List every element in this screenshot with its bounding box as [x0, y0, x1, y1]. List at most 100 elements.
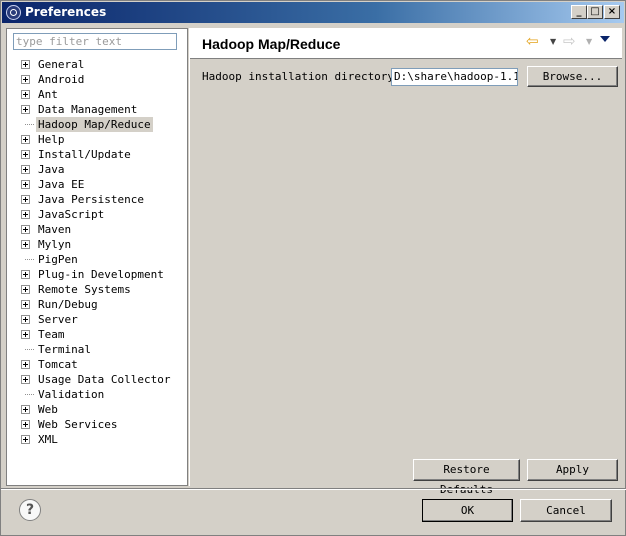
title-bar[interactable]: Preferences _ □ × — [2, 2, 624, 23]
tree-item-label: Java EE — [38, 178, 85, 191]
hadoop-dir-label: Hadoop installation directory: — [202, 70, 401, 83]
tree-item[interactable]: Usage Data Collector — [7, 372, 187, 387]
view-menu-icon[interactable] — [600, 36, 610, 42]
tree-item-label: General — [38, 58, 85, 71]
tree-item[interactable]: Web Services — [7, 417, 187, 432]
expand-icon[interactable] — [21, 105, 30, 114]
tree-item[interactable]: XML — [7, 432, 187, 447]
tree-item[interactable]: Data Management — [7, 102, 187, 117]
tree-connector — [25, 259, 34, 260]
tree-item[interactable]: Run/Debug — [7, 297, 187, 312]
arrow-left-icon[interactable]: ⇦ — [526, 34, 539, 49]
expand-icon[interactable] — [21, 285, 30, 294]
maximize-button[interactable]: □ — [587, 5, 603, 19]
tree-connector — [25, 124, 34, 125]
expand-icon[interactable] — [21, 360, 30, 369]
tree-item-label: Help — [38, 133, 65, 146]
tree-item[interactable]: Remote Systems — [7, 282, 187, 297]
tree-item-label: Data Management — [38, 103, 138, 116]
ok-button[interactable]: OK — [422, 499, 513, 522]
arrow-right-icon[interactable]: ⇨ — [563, 34, 576, 49]
expand-icon[interactable] — [21, 165, 30, 174]
tree-item-label: Usage Data Collector — [38, 373, 171, 386]
tree-item[interactable]: Server — [7, 312, 187, 327]
footer-divider — [1, 488, 626, 490]
expand-icon[interactable] — [21, 135, 30, 144]
tree-item[interactable]: Tomcat — [7, 357, 187, 372]
minimize-button[interactable]: _ — [571, 5, 587, 19]
tree-item-label: Remote Systems — [38, 283, 131, 296]
tree-item[interactable]: Mylyn — [7, 237, 187, 252]
header-divider — [190, 58, 622, 59]
apply-button[interactable]: Apply — [527, 459, 618, 481]
page-title: Hadoop Map/Reduce — [202, 36, 341, 52]
tree-item-label: Web Services — [38, 418, 118, 431]
expand-icon[interactable] — [21, 315, 30, 324]
tree-connector — [25, 349, 34, 350]
expand-icon[interactable] — [21, 180, 30, 189]
tree-item[interactable]: Hadoop Map/Reduce — [7, 117, 187, 132]
page-header: Hadoop Map/Reduce ⇦ ▼ ⇨ ▼ — [190, 28, 622, 58]
expand-icon[interactable] — [21, 195, 30, 204]
tree-item[interactable]: Validation — [7, 387, 187, 402]
tree-item-label: Hadoop Map/Reduce — [36, 117, 153, 132]
tree-item-label: Plug-in Development — [38, 268, 164, 281]
tree-item[interactable]: Ant — [7, 87, 187, 102]
tree-item-label: Team — [38, 328, 65, 341]
expand-icon[interactable] — [21, 210, 30, 219]
tree-item-label: Ant — [38, 88, 58, 101]
restore-defaults-button[interactable]: Restore Defaults — [413, 459, 520, 496]
expand-icon[interactable] — [21, 435, 30, 444]
tree-item[interactable]: Java Persistence — [7, 192, 187, 207]
tree-connector — [25, 394, 34, 395]
expand-icon[interactable] — [21, 150, 30, 159]
expand-icon[interactable] — [21, 75, 30, 84]
tree-item[interactable]: Java — [7, 162, 187, 177]
tree-item-label: Validation — [38, 388, 105, 401]
preference-page: Hadoop Map/Reduce ⇦ ▼ ⇨ ▼ Hadoop install… — [189, 28, 622, 496]
tree-item-label: PigPen — [38, 253, 78, 266]
expand-icon[interactable] — [21, 270, 30, 279]
tree-item[interactable]: Web — [7, 402, 187, 417]
tree-item[interactable]: JavaScript — [7, 207, 187, 222]
hadoop-dir-input[interactable]: D:\share\hadoop-1.1.2 — [391, 68, 518, 86]
tree-item-label: Android — [38, 73, 85, 86]
tree-item[interactable]: Java EE — [7, 177, 187, 192]
expand-icon[interactable] — [21, 330, 30, 339]
tree-item[interactable]: Maven — [7, 222, 187, 237]
help-icon[interactable]: ? — [19, 499, 41, 521]
expand-icon[interactable] — [21, 405, 30, 414]
tree-item[interactable]: PigPen — [7, 252, 187, 267]
tree-item-label: Terminal — [38, 343, 91, 356]
tree-item-label: Tomcat — [38, 358, 78, 371]
tree-item-label: Maven — [38, 223, 72, 236]
tree-item-label: Web — [38, 403, 58, 416]
expand-icon[interactable] — [21, 300, 30, 309]
tree-item-label: Java — [38, 163, 65, 176]
expand-icon[interactable] — [21, 240, 30, 249]
window-title: Preferences — [25, 5, 107, 19]
filter-input[interactable] — [13, 33, 177, 50]
expand-icon[interactable] — [21, 225, 30, 234]
chevron-down-icon[interactable]: ▼ — [550, 37, 556, 46]
preference-tree-panel: General Android Ant Data ManagementHadoop M… — [6, 28, 188, 486]
tree-item-label: Install/Update — [38, 148, 131, 161]
tree-item[interactable]: Team — [7, 327, 187, 342]
expand-icon[interactable] — [21, 375, 30, 384]
preferences-window: Preferences _ □ × General Android Ant Data … — [0, 0, 626, 536]
tree-item[interactable]: Plug-in Development — [7, 267, 187, 282]
tree-item-label: Java Persistence — [38, 193, 144, 206]
expand-icon[interactable] — [21, 90, 30, 99]
tree-item[interactable]: General — [7, 57, 187, 72]
close-button[interactable]: × — [604, 5, 620, 19]
chevron-down-icon: ▼ — [586, 37, 593, 46]
tree-item-label: Server — [38, 313, 78, 326]
expand-icon[interactable] — [21, 60, 30, 69]
tree-item[interactable]: Install/Update — [7, 147, 187, 162]
tree-item[interactable]: Terminal — [7, 342, 187, 357]
tree-item[interactable]: Help — [7, 132, 187, 147]
expand-icon[interactable] — [21, 420, 30, 429]
browse-button[interactable]: Browse... — [527, 66, 618, 87]
tree-item[interactable]: Android — [7, 72, 187, 87]
cancel-button[interactable]: Cancel — [520, 499, 612, 522]
